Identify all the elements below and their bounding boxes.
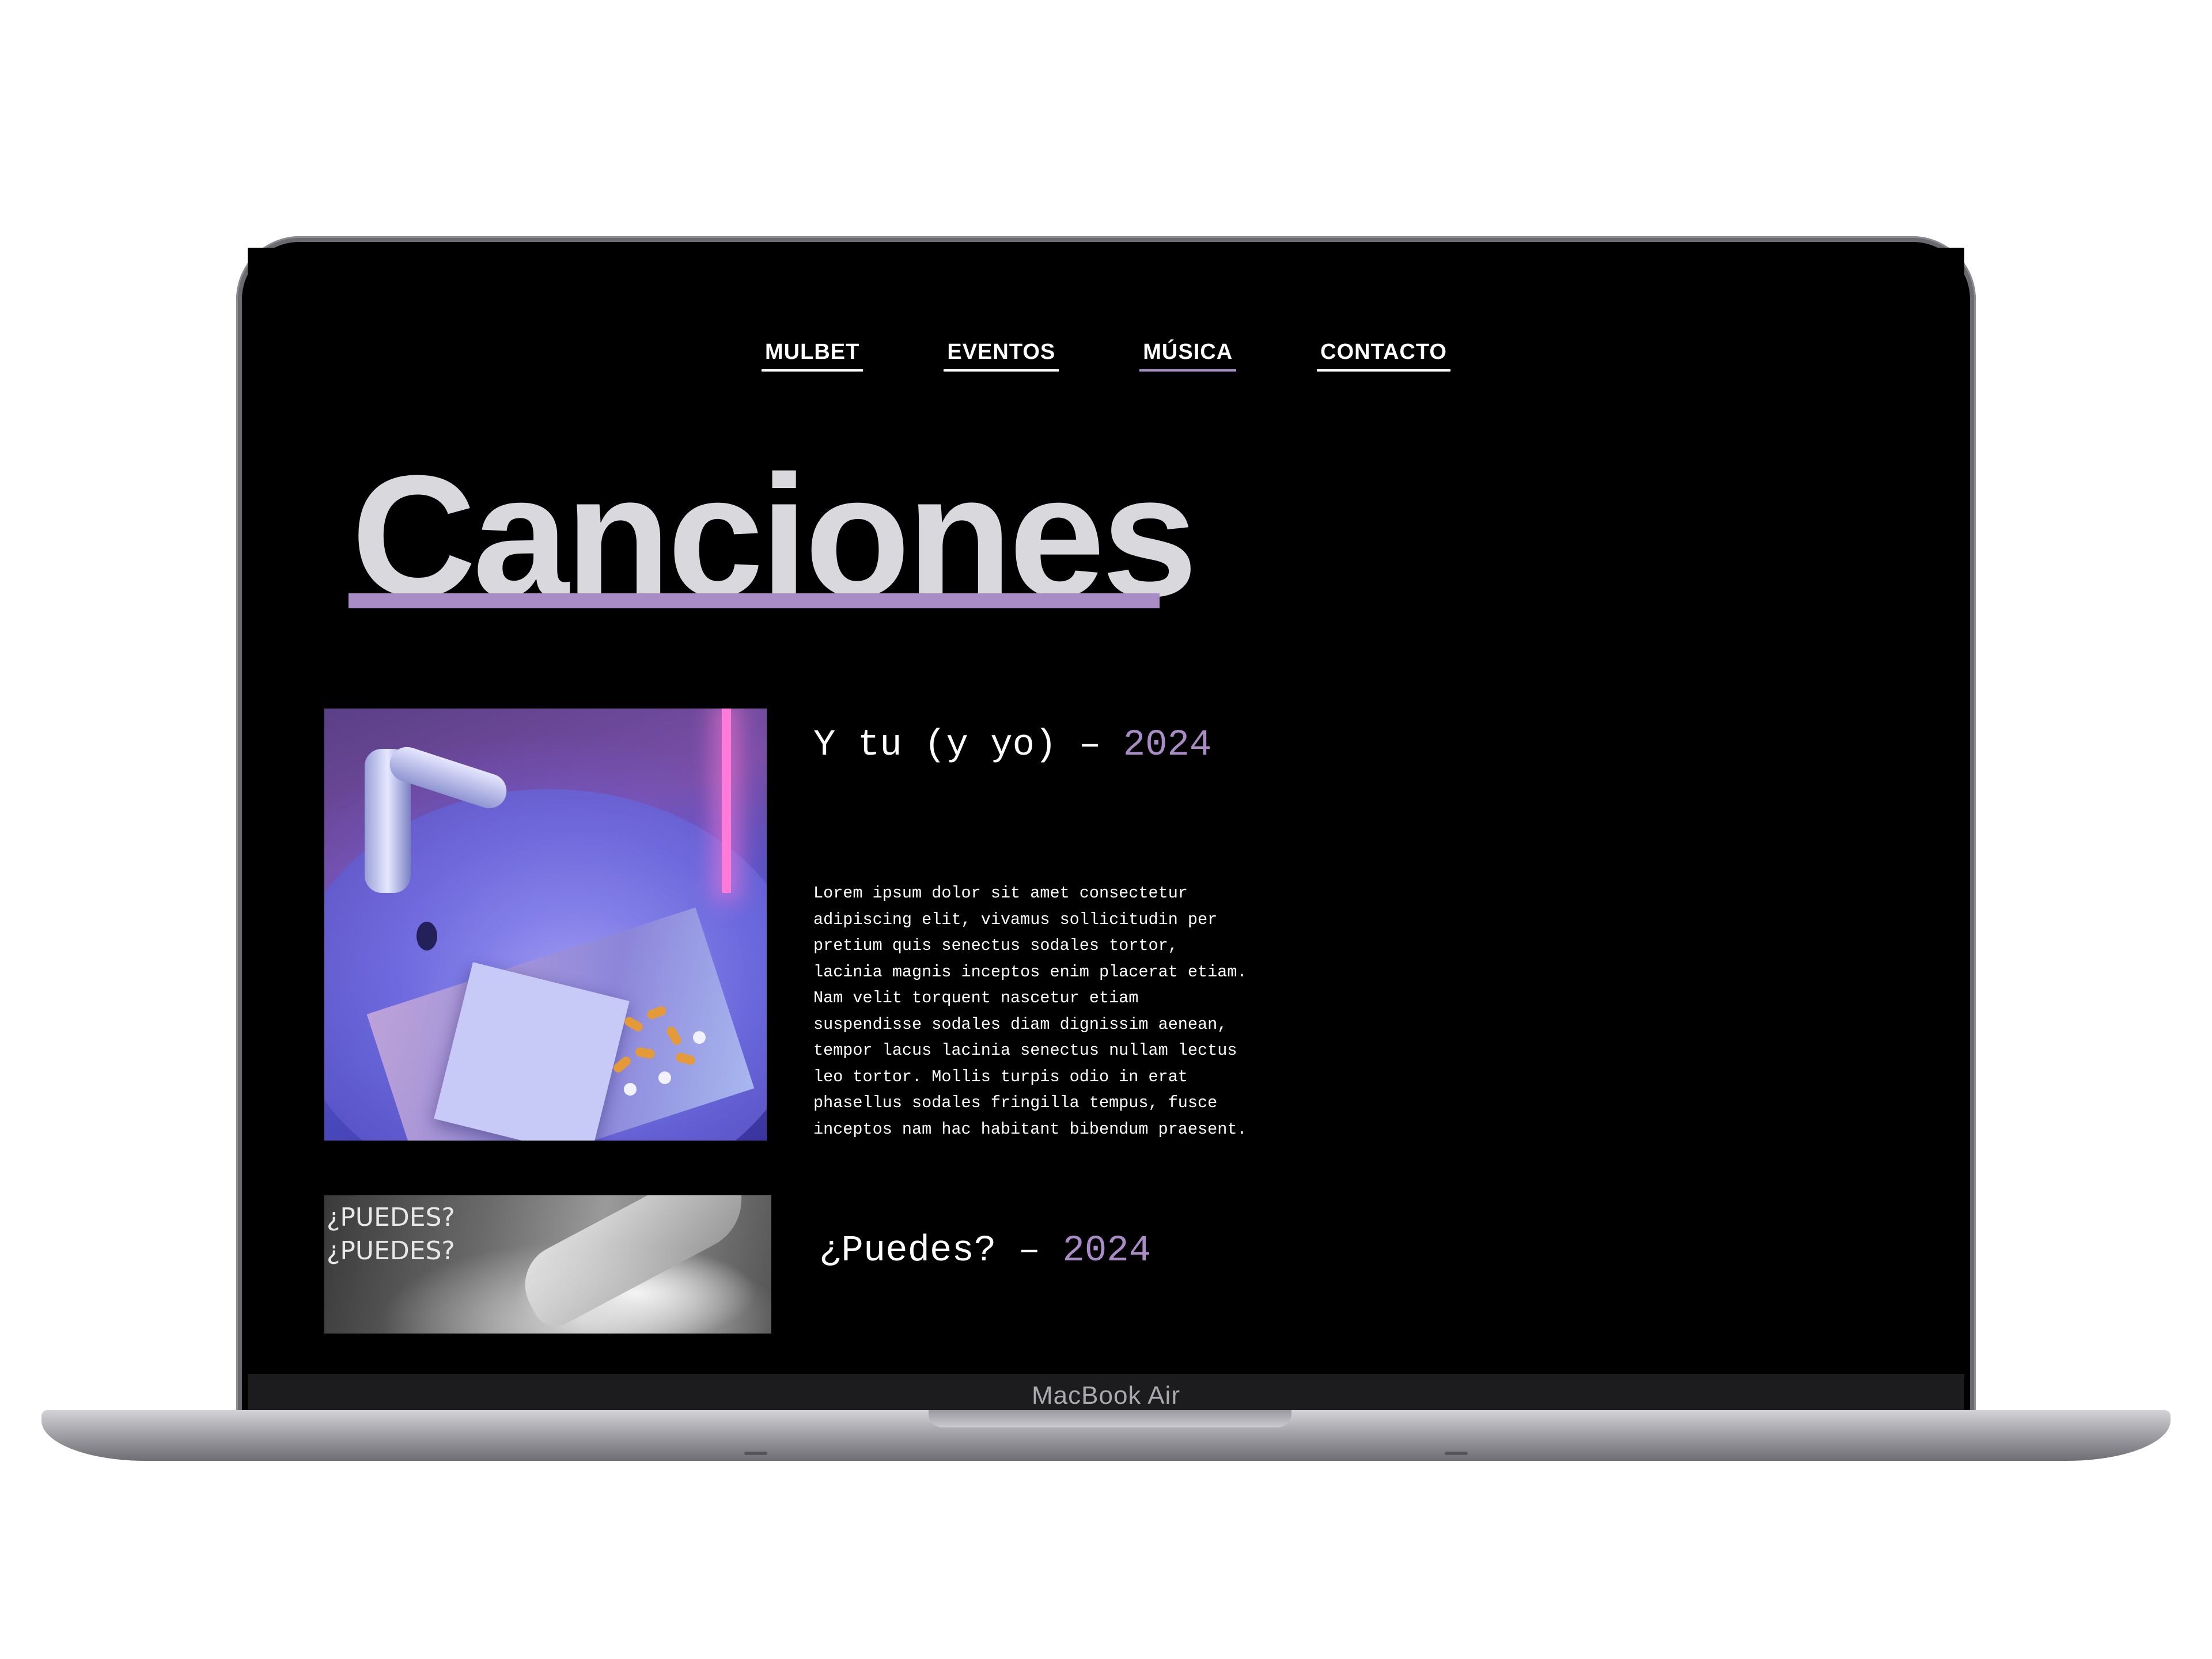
song-description: Lorem ipsum dolor sit amet consectetur a… (813, 884, 1247, 1139)
laptop-lid: MULBET EVENTOS MÚSICA CONTACTO Canciones (236, 236, 1976, 1423)
song-title-text: Y tu (y yo) (813, 725, 1057, 766)
nav-link-eventos[interactable]: EVENTOS (944, 340, 1059, 372)
cover-art-hand (511, 1195, 760, 1334)
song-title-text: ¿Puedes? (819, 1230, 997, 1272)
nav-link-contacto[interactable]: CONTACTO (1317, 340, 1450, 372)
laptop-base (41, 1410, 2171, 1461)
cover-art-pill (624, 1083, 637, 1096)
nav-link-musica[interactable]: MÚSICA (1139, 340, 1237, 372)
laptop-foot (1445, 1452, 1468, 1455)
song-title-puedes: ¿Puedes? – 2024 (819, 1233, 1151, 1270)
device-label: MacBook Air (1032, 1381, 1180, 1410)
cover-art-pill (658, 1071, 671, 1084)
song-year: 2024 (1062, 1230, 1152, 1272)
cover-art-drain (416, 922, 437, 950)
cover-art-neon-light (722, 709, 731, 893)
song-title-separator: – (996, 1230, 1063, 1272)
cover-art-pill (693, 1031, 706, 1044)
website-screen: MULBET EVENTOS MÚSICA CONTACTO Canciones (248, 248, 1964, 1374)
song-cover-image-puedes[interactable]: ¿PUEDES? ¿PUEDES? (324, 1195, 771, 1334)
laptop-hinge-notch (929, 1410, 1291, 1427)
nav-link-mulbet[interactable]: MULBET (762, 340, 863, 372)
song-title-separator: – (1056, 725, 1123, 766)
song-cover-image-y-tu-y-yo[interactable] (324, 709, 767, 1141)
laptop-foot (744, 1452, 767, 1455)
song-title-y-tu-y-yo: Y tu (y yo) – 2024 (813, 727, 1211, 764)
main-nav: MULBET EVENTOS MÚSICA CONTACTO (248, 340, 1964, 372)
song-year: 2024 (1123, 725, 1212, 766)
title-underline (349, 593, 1160, 608)
cover-art-text: ¿PUEDES? ¿PUEDES? (327, 1203, 455, 1266)
mockup-stage: MULBET EVENTOS MÚSICA CONTACTO Canciones (0, 0, 2212, 1659)
